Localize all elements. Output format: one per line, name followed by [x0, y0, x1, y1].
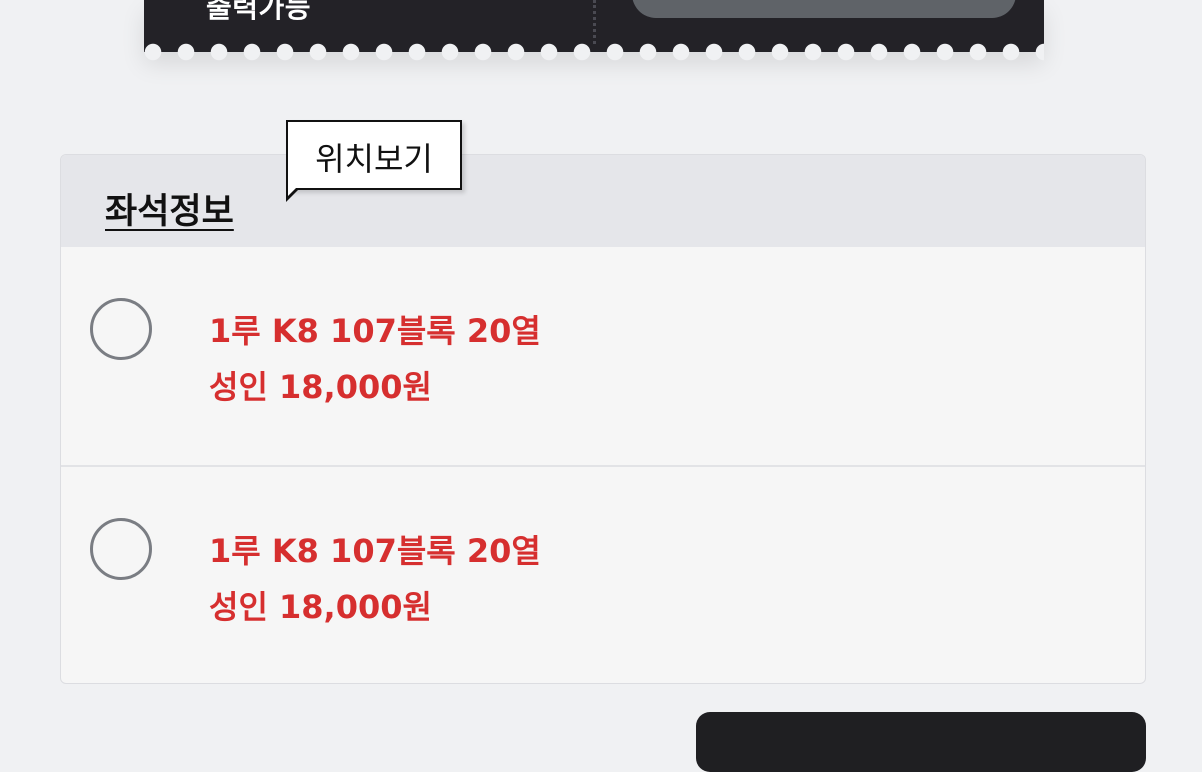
view-location-label: 위치보기 — [315, 140, 433, 178]
seat-option[interactable]: 1루 K8 107블록 20열 성인 18,000원 — [61, 465, 1145, 683]
seat-info-header: 좌석정보 — [61, 155, 1145, 247]
ticket-divider — [593, 0, 596, 44]
view-location-tooltip[interactable]: 위치보기 — [286, 120, 462, 202]
ticket-perforation — [144, 43, 1044, 61]
seat-location: 1루 K8 107블록 20열 — [209, 312, 541, 350]
ticket-stub: 출력가능 — [144, 0, 1044, 61]
bottom-action-button[interactable] — [696, 712, 1146, 772]
seat-price: 성인 18,000원 — [209, 368, 432, 406]
seat-option[interactable]: 1루 K8 107블록 20열 성인 18,000원 — [61, 247, 1145, 465]
ticket-status-label: 출력가능 — [206, 0, 312, 24]
seat-location: 1루 K8 107블록 20열 — [209, 532, 541, 570]
seat-price: 성인 18,000원 — [209, 588, 432, 626]
seat-option-text: 1루 K8 107블록 20열 성인 18,000원 — [209, 303, 541, 415]
seat-info-title[interactable]: 좌석정보 — [105, 183, 234, 234]
seat-info-card: 좌석정보 1루 K8 107블록 20열 성인 18,000원 1루 K8 10… — [60, 154, 1146, 684]
radio-unchecked-icon[interactable] — [90, 298, 152, 360]
radio-unchecked-icon[interactable] — [90, 518, 152, 580]
tooltip-tail — [286, 186, 300, 202]
seat-option-text: 1루 K8 107블록 20열 성인 18,000원 — [209, 523, 541, 635]
ticket-action-button[interactable] — [632, 0, 1016, 18]
